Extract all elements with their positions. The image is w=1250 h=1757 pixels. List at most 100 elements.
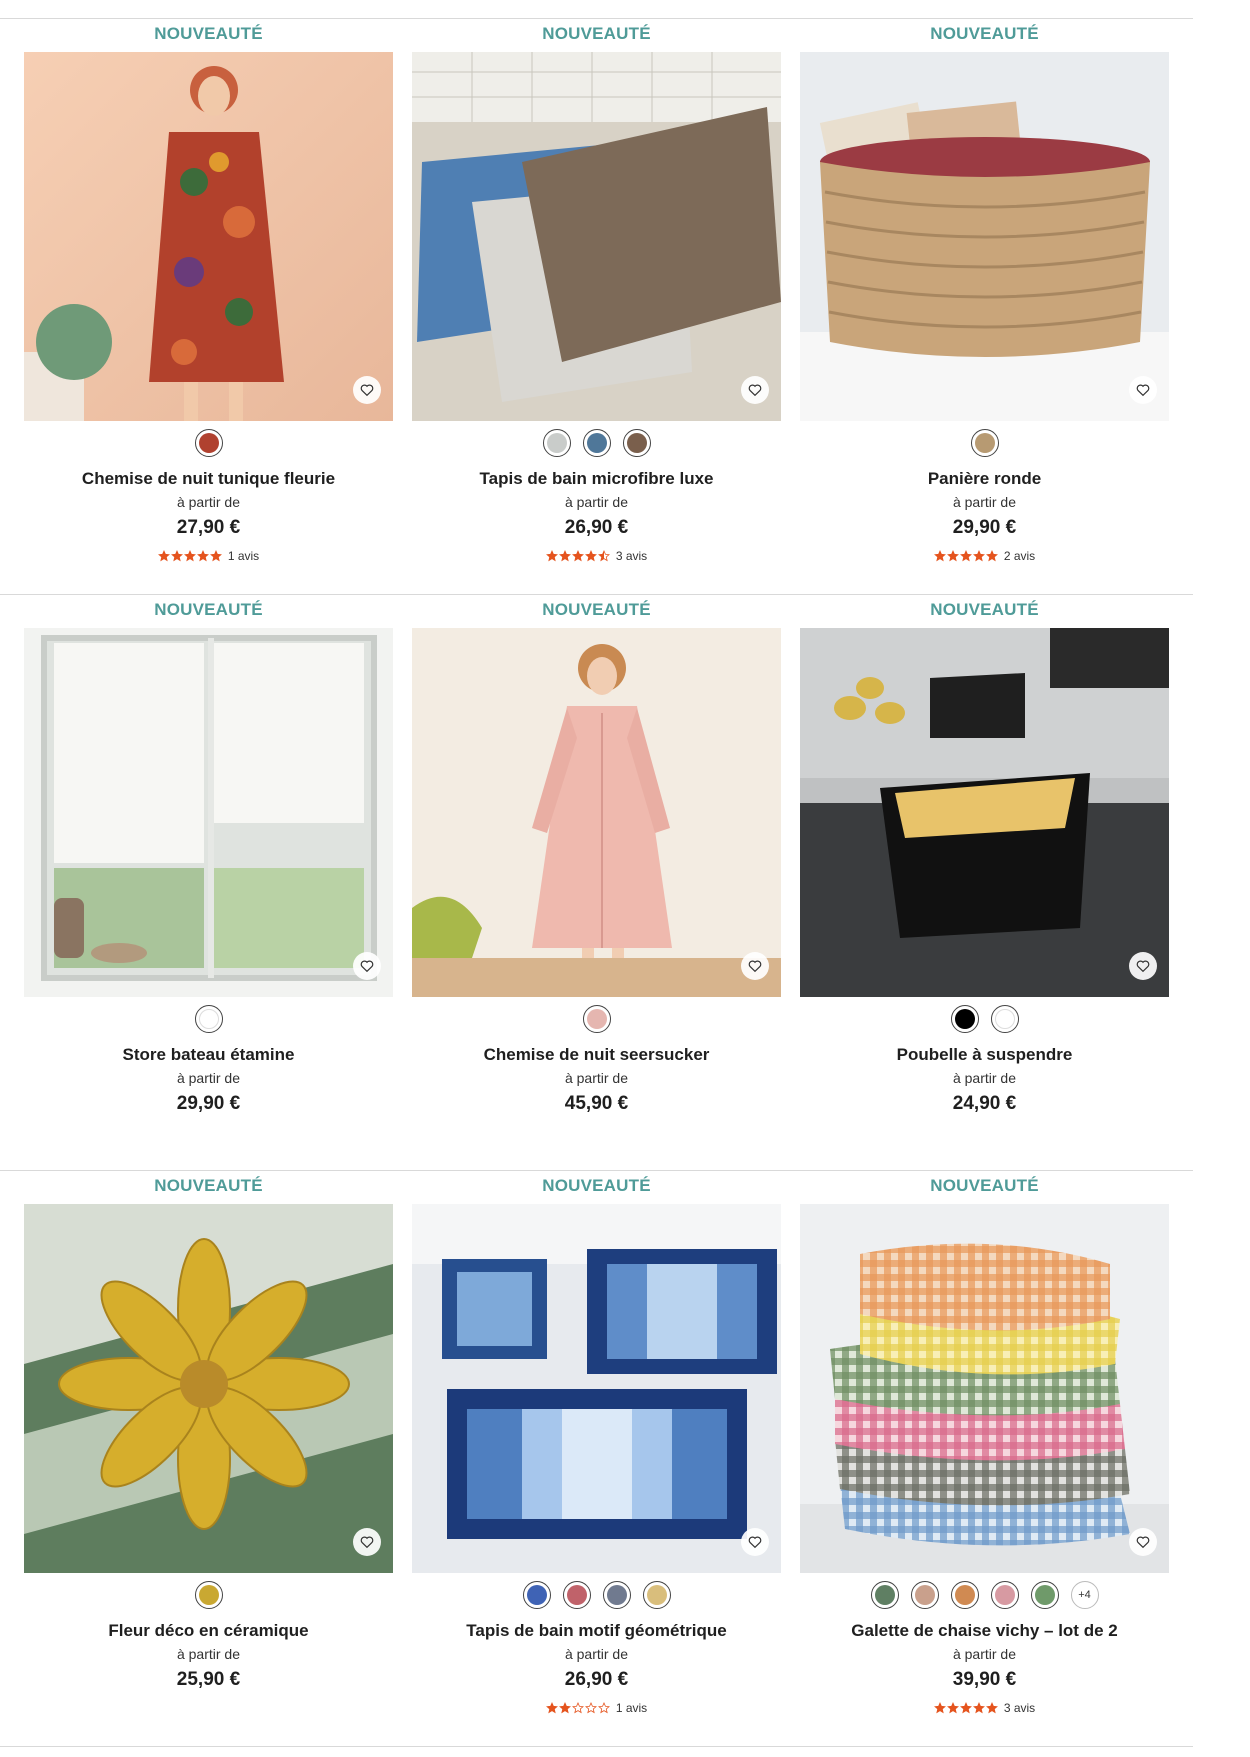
- review-count[interactable]: 3 avis: [616, 549, 647, 563]
- price-prefix: à partir de: [564, 1646, 629, 1662]
- star-rating: [545, 550, 610, 562]
- color-swatch[interactable]: [970, 429, 999, 457]
- heart-icon: [1136, 1536, 1150, 1549]
- new-badge: NOUVEAUTÉ: [154, 1176, 263, 1195]
- heart-icon: [748, 1536, 762, 1549]
- color-swatch[interactable]: [602, 1581, 631, 1609]
- star-icon: [597, 1702, 610, 1714]
- pink-nightdress-photo: [412, 628, 781, 997]
- review-count[interactable]: 1 avis: [228, 549, 259, 563]
- favorite-button[interactable]: [741, 952, 769, 980]
- color-swatch[interactable]: [910, 1581, 939, 1609]
- product-title[interactable]: Chemise de nuit tunique fleurie: [24, 469, 393, 489]
- product-image[interactable]: [800, 52, 1169, 421]
- product-price: 26,90 €: [564, 1669, 629, 1690]
- product-title[interactable]: Tapis de bain motif géométrique: [412, 1621, 781, 1641]
- product-card[interactable]: NOUVEAUTÉ Fleur déco en céramique à part…: [24, 1176, 393, 1715]
- price-prefix: à partir de: [952, 1646, 1017, 1662]
- color-swatch[interactable]: [950, 1581, 979, 1609]
- product-title[interactable]: Fleur déco en céramique: [24, 1621, 393, 1641]
- favorite-button[interactable]: [741, 1528, 769, 1556]
- new-badge: NOUVEAUTÉ: [930, 24, 1039, 43]
- star-icon: [933, 1702, 946, 1714]
- star-icon: [170, 550, 183, 562]
- product-image[interactable]: [412, 1204, 781, 1573]
- star-icon: [157, 550, 170, 562]
- product-card[interactable]: NOUVEAUTÉ Panière ronde à partir de 29,9…: [800, 24, 1169, 563]
- heart-icon: [1136, 384, 1150, 397]
- favorite-button[interactable]: [1129, 376, 1157, 404]
- star-icon: [584, 550, 597, 562]
- favorite-button[interactable]: [741, 376, 769, 404]
- color-swatches: [412, 1004, 781, 1034]
- product-image[interactable]: [24, 628, 393, 997]
- product-title[interactable]: Tapis de bain microfibre luxe: [412, 469, 781, 489]
- color-swatch[interactable]: [194, 1005, 223, 1033]
- product-image[interactable]: [412, 52, 781, 421]
- color-swatch[interactable]: [950, 1005, 979, 1033]
- star-icon: [933, 550, 946, 562]
- star-icon: [597, 550, 610, 562]
- color-swatch[interactable]: [1030, 1581, 1059, 1609]
- review-count[interactable]: 3 avis: [1004, 1701, 1035, 1715]
- color-swatch[interactable]: [562, 1581, 591, 1609]
- product-card[interactable]: NOUVEAUTÉ Poubelle à suspendre à partir …: [800, 600, 1169, 1139]
- roman-blind-photo: [24, 628, 393, 997]
- star-icon: [571, 1702, 584, 1714]
- color-swatch[interactable]: [622, 429, 651, 457]
- product-title[interactable]: Panière ronde: [800, 469, 1169, 489]
- review-count[interactable]: 1 avis: [616, 1701, 647, 1715]
- heart-icon: [360, 960, 374, 973]
- favorite-button[interactable]: [353, 1528, 381, 1556]
- product-title[interactable]: Store bateau étamine: [24, 1045, 393, 1065]
- geometric-bath-mat-photo: [412, 1204, 781, 1573]
- favorite-button[interactable]: [353, 376, 381, 404]
- price-prefix: à partir de: [952, 494, 1017, 510]
- color-swatch[interactable]: [194, 1581, 223, 1609]
- color-swatch[interactable]: [642, 1581, 671, 1609]
- star-icon: [558, 1702, 571, 1714]
- rating[interactable]: 2 avis: [800, 549, 1169, 563]
- color-swatch[interactable]: [582, 1005, 611, 1033]
- star-rating: [157, 550, 222, 562]
- color-swatch[interactable]: [990, 1005, 1019, 1033]
- product-image[interactable]: [800, 1204, 1169, 1573]
- favorite-button[interactable]: [1129, 1528, 1157, 1556]
- product-card[interactable]: NOUVEAUTÉ Store bateau étamine à partir …: [24, 600, 393, 1139]
- rating[interactable]: 3 avis: [800, 1701, 1169, 1715]
- review-count[interactable]: 2 avis: [1004, 549, 1035, 563]
- product-card[interactable]: NOUVEAUTÉ Tapis de bain motif géométriqu…: [412, 1176, 781, 1715]
- product-card[interactable]: NOUVEAUTÉ Chemise de nuit seersucker à p…: [412, 600, 781, 1139]
- more-colors-button[interactable]: +4: [1070, 1581, 1099, 1609]
- product-image[interactable]: [24, 1204, 393, 1573]
- color-swatch[interactable]: [582, 429, 611, 457]
- star-icon: [196, 550, 209, 562]
- color-swatch[interactable]: [990, 1581, 1019, 1609]
- product-image[interactable]: [412, 628, 781, 997]
- star-icon: [209, 550, 222, 562]
- product-title[interactable]: Galette de chaise vichy – lot de 2: [800, 1621, 1169, 1641]
- product-title[interactable]: Poubelle à suspendre: [800, 1045, 1169, 1065]
- rating[interactable]: 3 avis: [412, 549, 781, 563]
- color-swatches: [24, 1580, 393, 1610]
- favorite-button[interactable]: [1129, 952, 1157, 980]
- color-swatch[interactable]: [194, 429, 223, 457]
- product-card[interactable]: NOUVEAUTÉ Chemise de nuit tunique fleuri…: [24, 24, 393, 563]
- color-swatch[interactable]: [542, 429, 571, 457]
- rating[interactable]: 1 avis: [24, 549, 393, 563]
- favorite-button[interactable]: [353, 952, 381, 980]
- color-swatches: [412, 428, 781, 458]
- product-card[interactable]: NOUVEAUTÉ Tapis de bain microfibre luxe …: [412, 24, 781, 563]
- color-swatches: [800, 428, 1169, 458]
- star-icon: [584, 1702, 597, 1714]
- color-swatch[interactable]: [870, 1581, 899, 1609]
- price-prefix: à partir de: [176, 1646, 241, 1662]
- product-card[interactable]: NOUVEAUTÉ +4 Galette de chaise vichy – l…: [800, 1176, 1169, 1715]
- product-image[interactable]: [800, 628, 1169, 997]
- rating[interactable]: 1 avis: [412, 1701, 781, 1715]
- product-title[interactable]: Chemise de nuit seersucker: [412, 1045, 781, 1065]
- color-swatches: [24, 1004, 393, 1034]
- product-image[interactable]: [24, 52, 393, 421]
- color-swatch[interactable]: [522, 1581, 551, 1609]
- star-icon: [972, 1702, 985, 1714]
